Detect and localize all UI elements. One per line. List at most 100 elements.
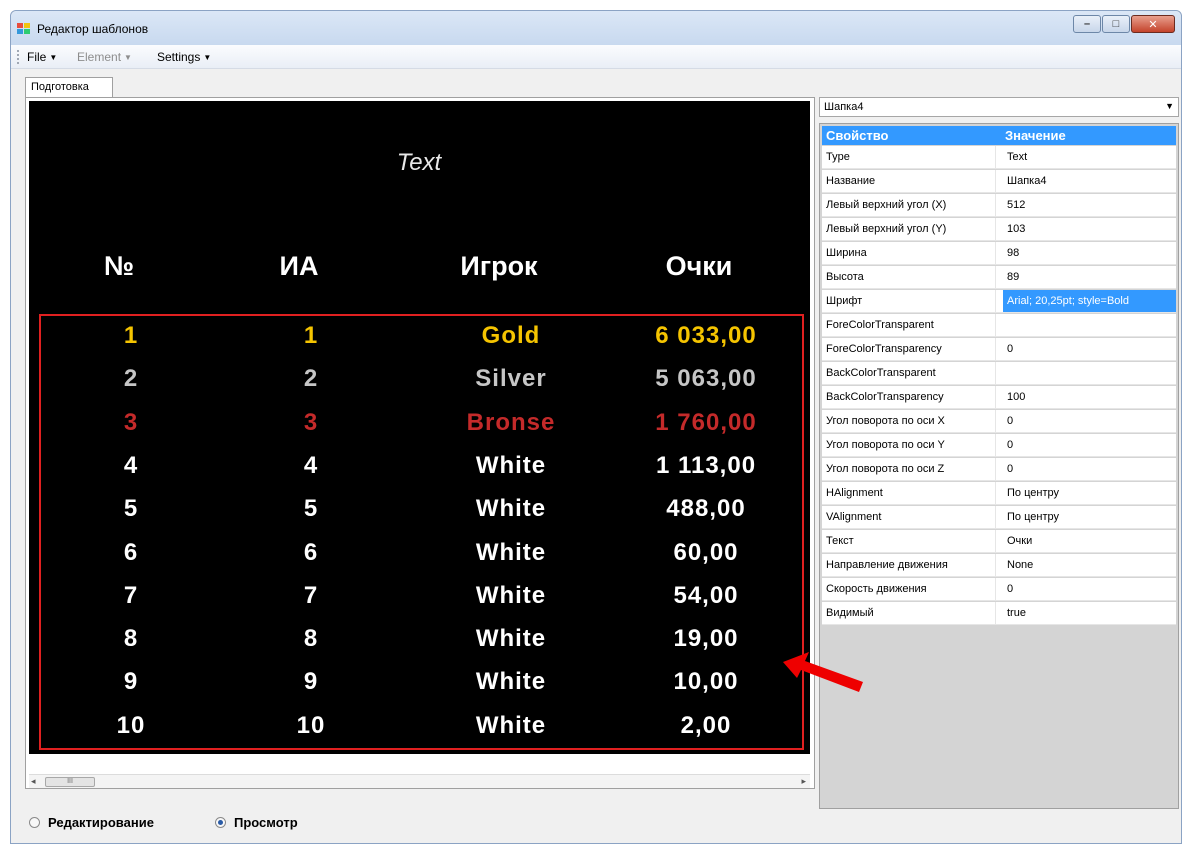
header-ia[interactable]: ИА — [269, 251, 329, 282]
property-row[interactable]: Ширина 98 — [822, 242, 1176, 265]
property-row[interactable]: ForeColorTransparency 0 — [822, 338, 1176, 361]
row-score[interactable]: 1 113,00 — [621, 452, 791, 480]
property-value[interactable]: Очки — [1003, 530, 1176, 552]
row-player[interactable]: White — [431, 625, 591, 653]
header-player[interactable]: Игрок — [429, 251, 569, 282]
row-score[interactable]: 488,00 — [621, 495, 791, 523]
property-value[interactable] — [1003, 314, 1176, 336]
property-row[interactable]: Угол поворота по оси Y 0 — [822, 434, 1176, 457]
property-row[interactable]: HAlignment По центру — [822, 482, 1176, 505]
menu-element[interactable]: Element ▼ — [77, 50, 132, 64]
row-num[interactable]: 2 — [101, 365, 161, 393]
property-row[interactable]: Направление движения None — [822, 554, 1176, 577]
row-ia[interactable]: 9 — [281, 668, 341, 696]
row-ia[interactable]: 6 — [281, 539, 341, 567]
property-value[interactable]: 103 — [1003, 218, 1176, 240]
chevron-down-icon[interactable]: ▼ — [1165, 101, 1174, 111]
row-score[interactable]: 60,00 — [621, 539, 791, 567]
property-row[interactable]: VAlignment По центру — [822, 506, 1176, 529]
property-value[interactable]: Arial; 20,25pt; style=Bold — [1003, 290, 1176, 312]
property-row[interactable]: BackColorTransparent — [822, 362, 1176, 385]
row-num[interactable]: 10 — [101, 712, 161, 740]
row-num[interactable]: 7 — [101, 582, 161, 610]
row-num[interactable]: 1 — [101, 322, 161, 350]
close-button[interactable]: ✕ — [1131, 15, 1175, 33]
row-player[interactable]: White — [431, 582, 591, 610]
property-row[interactable]: Скорость движения 0 — [822, 578, 1176, 601]
template-canvas[interactable]: Text № ИА Игрок Очки 1 1 Gold 6 033,00 2 2 Sil… — [29, 101, 810, 754]
property-value[interactable]: 0 — [1003, 434, 1176, 456]
property-value[interactable]: 89 — [1003, 266, 1176, 288]
row-ia[interactable]: 8 — [281, 625, 341, 653]
menu-file[interactable]: File ▼ — [27, 50, 57, 64]
row-score[interactable]: 5 063,00 — [621, 365, 791, 393]
property-row[interactable]: Угол поворота по оси X 0 — [822, 410, 1176, 433]
tab-preparation[interactable]: Подготовка — [25, 77, 113, 98]
maximize-button[interactable]: □ — [1102, 15, 1130, 33]
row-ia[interactable]: 1 — [281, 322, 341, 350]
property-row[interactable]: Угол поворота по оси Z 0 — [822, 458, 1176, 481]
header-score[interactable]: Очки — [624, 251, 774, 282]
row-score[interactable]: 19,00 — [621, 625, 791, 653]
canvas-text-element[interactable]: Text — [359, 149, 479, 177]
property-value[interactable]: true — [1003, 602, 1176, 624]
row-ia[interactable]: 3 — [281, 409, 341, 437]
property-value[interactable]: 0 — [1003, 410, 1176, 432]
title-bar[interactable]: Редактор шаблонов – □ ✕ — [11, 11, 1181, 45]
row-score[interactable]: 6 033,00 — [621, 322, 791, 350]
row-player[interactable]: Gold — [431, 322, 591, 350]
scroll-right-icon[interactable]: ▸ — [801, 776, 806, 787]
property-value[interactable]: Шапка4 — [1003, 170, 1176, 192]
property-row[interactable]: Текст Очки — [822, 530, 1176, 553]
property-row[interactable]: BackColorTransparency 100 — [822, 386, 1176, 409]
property-row[interactable]: Название Шапка4 — [822, 170, 1176, 193]
scroll-left-icon[interactable]: ◂ — [31, 776, 36, 787]
property-value[interactable] — [1003, 362, 1176, 384]
property-row[interactable]: ForeColorTransparent — [822, 314, 1176, 337]
property-value[interactable]: 0 — [1003, 338, 1176, 360]
property-value[interactable]: По центру — [1003, 482, 1176, 504]
row-player[interactable]: White — [431, 712, 591, 740]
property-value[interactable]: 100 — [1003, 386, 1176, 408]
radio-circle-icon[interactable] — [29, 817, 40, 828]
row-score[interactable]: 54,00 — [621, 582, 791, 610]
property-value[interactable]: По центру — [1003, 506, 1176, 528]
row-player[interactable]: Silver — [431, 365, 591, 393]
minimize-button[interactable]: – — [1073, 15, 1101, 33]
horizontal-scrollbar[interactable]: ◂ III ▸ — [29, 774, 810, 788]
row-num[interactable]: 6 — [101, 539, 161, 567]
row-player[interactable]: White — [431, 539, 591, 567]
property-row[interactable]: Левый верхний угол (Y) 103 — [822, 218, 1176, 241]
property-row[interactable]: Высота 89 — [822, 266, 1176, 289]
radio-circle-icon[interactable] — [215, 817, 226, 828]
header-num[interactable]: № — [89, 251, 149, 282]
row-num[interactable]: 9 — [101, 668, 161, 696]
property-value[interactable]: 0 — [1003, 578, 1176, 600]
row-player[interactable]: Bronse — [431, 409, 591, 437]
row-ia[interactable]: 7 — [281, 582, 341, 610]
row-num[interactable]: 4 — [101, 452, 161, 480]
row-ia[interactable]: 10 — [281, 712, 341, 740]
menu-settings[interactable]: Settings ▼ — [157, 50, 211, 64]
row-score[interactable]: 2,00 — [621, 712, 791, 740]
row-player[interactable]: White — [431, 452, 591, 480]
row-score[interactable]: 1 760,00 — [621, 409, 791, 437]
scroll-thumb[interactable]: III — [45, 777, 95, 787]
row-ia[interactable]: 2 — [281, 365, 341, 393]
row-num[interactable]: 8 — [101, 625, 161, 653]
element-selector[interactable]: Шапка4 ▼ — [819, 97, 1179, 117]
radio-view[interactable]: Просмотр — [215, 815, 298, 830]
radio-edit[interactable]: Редактирование — [29, 815, 154, 830]
row-ia[interactable]: 4 — [281, 452, 341, 480]
row-score[interactable]: 10,00 — [621, 668, 791, 696]
property-row[interactable]: Type Text — [822, 146, 1176, 169]
row-ia[interactable]: 5 — [281, 495, 341, 523]
row-player[interactable]: White — [431, 668, 591, 696]
property-value[interactable]: 512 — [1003, 194, 1176, 216]
property-row[interactable]: Левый верхний угол (X) 512 — [822, 194, 1176, 217]
property-row[interactable]: Шрифт Arial; 20,25pt; style=Bold — [822, 290, 1176, 313]
property-value[interactable]: 98 — [1003, 242, 1176, 264]
row-num[interactable]: 3 — [101, 409, 161, 437]
property-row[interactable]: Видимый true — [822, 602, 1176, 625]
property-value[interactable]: Text — [1003, 146, 1176, 168]
